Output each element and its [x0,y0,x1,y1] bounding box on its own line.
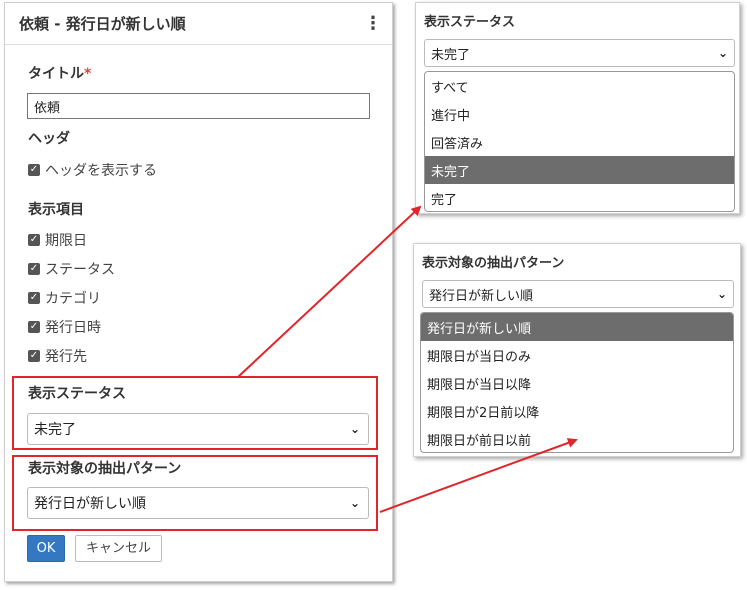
status-callout-arrow [237,205,422,378]
callout-arrows [237,205,578,513]
pattern-callout-arrow [379,438,578,513]
